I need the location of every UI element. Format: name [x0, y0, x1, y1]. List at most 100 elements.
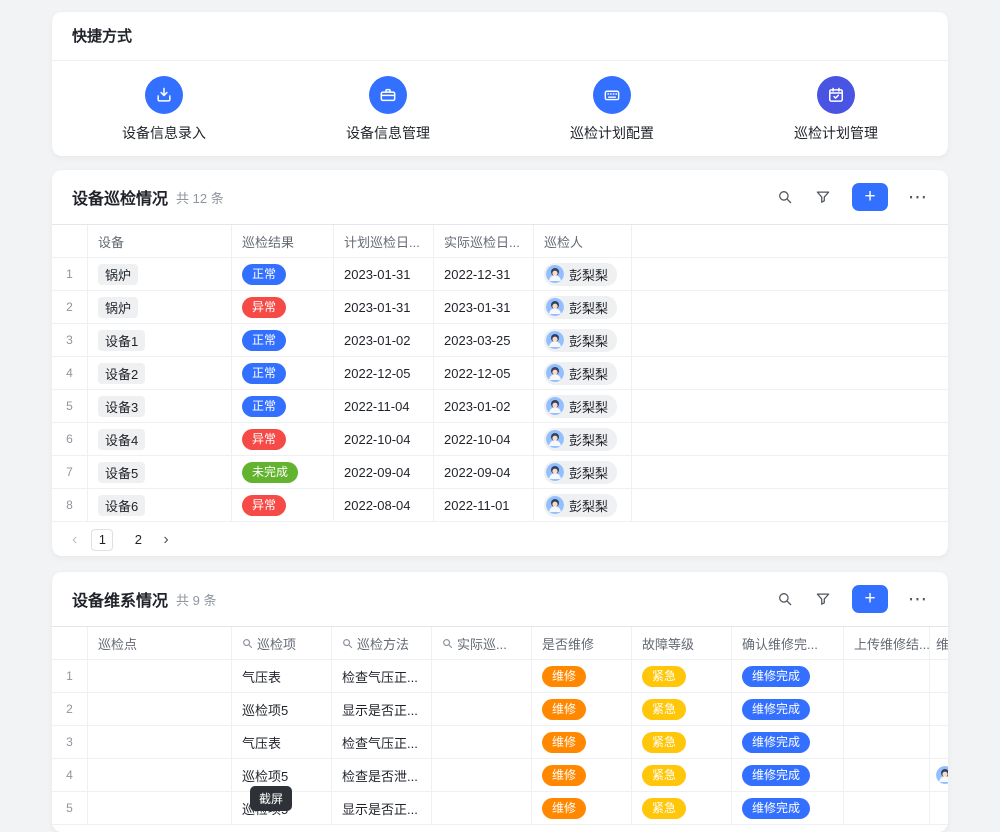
- add-record-button[interactable]: +: [852, 183, 888, 211]
- inspector-cell[interactable]: 彭梨梨: [534, 357, 632, 389]
- level-cell[interactable]: 紧急: [632, 759, 732, 791]
- confirm-cell[interactable]: 维修完成: [732, 660, 844, 692]
- repair-cell[interactable]: 维修: [532, 792, 632, 824]
- inspector-cell[interactable]: 彭梨梨: [534, 390, 632, 422]
- point-cell[interactable]: [88, 792, 232, 824]
- actual-cell[interactable]: [432, 660, 532, 692]
- planned-date-cell[interactable]: 2022-09-04: [334, 456, 434, 488]
- page-button-2[interactable]: 2: [127, 529, 149, 551]
- maintainer-cell[interactable]: [930, 759, 948, 791]
- maintainer-cell[interactable]: [930, 660, 948, 692]
- confirm-cell[interactable]: 维修完成: [732, 693, 844, 725]
- actual-date-cell[interactable]: 2022-12-05: [434, 357, 534, 389]
- column-header-device[interactable]: 设备: [88, 225, 232, 257]
- result-cell[interactable]: 正常: [232, 258, 334, 290]
- column-header-level[interactable]: 故障等级: [632, 627, 732, 659]
- upload-cell[interactable]: [844, 693, 930, 725]
- column-header-maintainer[interactable]: 维: [930, 627, 948, 659]
- actual-date-cell[interactable]: 2022-10-04: [434, 423, 534, 455]
- column-header-planned-date[interactable]: 计划巡检日...: [334, 225, 434, 257]
- method-cell[interactable]: 显示是否正...: [332, 792, 432, 824]
- actual-date-cell[interactable]: 2022-09-04: [434, 456, 534, 488]
- result-cell[interactable]: 异常: [232, 489, 334, 521]
- actual-cell[interactable]: [432, 726, 532, 758]
- maintainer-cell[interactable]: [930, 726, 948, 758]
- method-cell[interactable]: 检查是否泄...: [332, 759, 432, 791]
- column-header-item[interactable]: 巡检项: [232, 627, 332, 659]
- device-cell[interactable]: 设备2: [88, 357, 232, 389]
- column-header-upload[interactable]: 上传维修结...: [844, 627, 930, 659]
- inspector-cell[interactable]: 彭梨梨: [534, 324, 632, 356]
- planned-date-cell[interactable]: 2022-12-05: [334, 357, 434, 389]
- column-header-result[interactable]: 巡检结果: [232, 225, 334, 257]
- actual-date-cell[interactable]: 2023-03-25: [434, 324, 534, 356]
- column-header-actual-date[interactable]: 实际巡检日...: [434, 225, 534, 257]
- actual-cell[interactable]: [432, 792, 532, 824]
- planned-date-cell[interactable]: 2022-11-04: [334, 390, 434, 422]
- inspector-cell[interactable]: 彭梨梨: [534, 456, 632, 488]
- level-cell[interactable]: 紧急: [632, 693, 732, 725]
- actual-date-cell[interactable]: 2022-12-31: [434, 258, 534, 290]
- actual-cell[interactable]: [432, 693, 532, 725]
- column-header-repair[interactable]: 是否维修: [532, 627, 632, 659]
- planned-date-cell[interactable]: 2023-01-02: [334, 324, 434, 356]
- page-button-1[interactable]: 1: [91, 529, 113, 551]
- device-cell[interactable]: 设备5: [88, 456, 232, 488]
- point-cell[interactable]: [88, 693, 232, 725]
- actual-cell[interactable]: [432, 759, 532, 791]
- more-options-button[interactable]: ⋯: [908, 590, 928, 609]
- device-cell[interactable]: 锅炉: [88, 258, 232, 290]
- device-cell[interactable]: 设备6: [88, 489, 232, 521]
- upload-cell[interactable]: [844, 726, 930, 758]
- shortcut-plan-manage[interactable]: 巡检计划管理: [724, 76, 948, 143]
- device-cell[interactable]: 锅炉: [88, 291, 232, 323]
- search-icon[interactable]: [776, 590, 794, 608]
- confirm-cell[interactable]: 维修完成: [732, 726, 844, 758]
- point-cell[interactable]: [88, 726, 232, 758]
- planned-date-cell[interactable]: 2023-01-31: [334, 258, 434, 290]
- search-icon[interactable]: [776, 188, 794, 206]
- level-cell[interactable]: 紧急: [632, 660, 732, 692]
- planned-date-cell[interactable]: 2022-10-04: [334, 423, 434, 455]
- repair-cell[interactable]: 维修: [532, 726, 632, 758]
- filter-icon[interactable]: [814, 590, 832, 608]
- filter-icon[interactable]: [814, 188, 832, 206]
- column-header-point[interactable]: 巡检点: [88, 627, 232, 659]
- inspector-cell[interactable]: 彭梨梨: [534, 291, 632, 323]
- column-header-actual[interactable]: 实际巡...: [432, 627, 532, 659]
- repair-cell[interactable]: 维修: [532, 660, 632, 692]
- result-cell[interactable]: 异常: [232, 291, 334, 323]
- prev-page-icon[interactable]: ‹: [72, 532, 77, 548]
- planned-date-cell[interactable]: 2022-08-04: [334, 489, 434, 521]
- device-cell[interactable]: 设备4: [88, 423, 232, 455]
- more-options-button[interactable]: ⋯: [908, 188, 928, 207]
- method-cell[interactable]: 检查气压正...: [332, 726, 432, 758]
- confirm-cell[interactable]: 维修完成: [732, 759, 844, 791]
- column-header-confirm[interactable]: 确认维修完...: [732, 627, 844, 659]
- level-cell[interactable]: 紧急: [632, 726, 732, 758]
- result-cell[interactable]: 异常: [232, 423, 334, 455]
- confirm-cell[interactable]: 维修完成: [732, 792, 844, 824]
- point-cell[interactable]: [88, 759, 232, 791]
- method-cell[interactable]: 显示是否正...: [332, 693, 432, 725]
- item-cell[interactable]: 气压表: [232, 660, 332, 692]
- result-cell[interactable]: 未完成: [232, 456, 334, 488]
- maintainer-cell[interactable]: [930, 792, 948, 824]
- inspector-cell[interactable]: 彭梨梨: [534, 258, 632, 290]
- result-cell[interactable]: 正常: [232, 357, 334, 389]
- column-header-inspector[interactable]: 巡检人: [534, 225, 632, 257]
- upload-cell[interactable]: [844, 660, 930, 692]
- method-cell[interactable]: 检查气压正...: [332, 660, 432, 692]
- result-cell[interactable]: 正常: [232, 324, 334, 356]
- result-cell[interactable]: 正常: [232, 390, 334, 422]
- shortcut-plan-config[interactable]: 巡检计划配置: [500, 76, 724, 143]
- item-cell[interactable]: 巡检项5: [232, 693, 332, 725]
- inspector-cell[interactable]: 彭梨梨: [534, 423, 632, 455]
- column-header-method[interactable]: 巡检方法: [332, 627, 432, 659]
- device-cell[interactable]: 设备3: [88, 390, 232, 422]
- upload-cell[interactable]: [844, 759, 930, 791]
- shortcut-device-manage[interactable]: 设备信息管理: [276, 76, 500, 143]
- next-page-icon[interactable]: ›: [163, 532, 168, 548]
- item-cell[interactable]: 气压表: [232, 726, 332, 758]
- repair-cell[interactable]: 维修: [532, 693, 632, 725]
